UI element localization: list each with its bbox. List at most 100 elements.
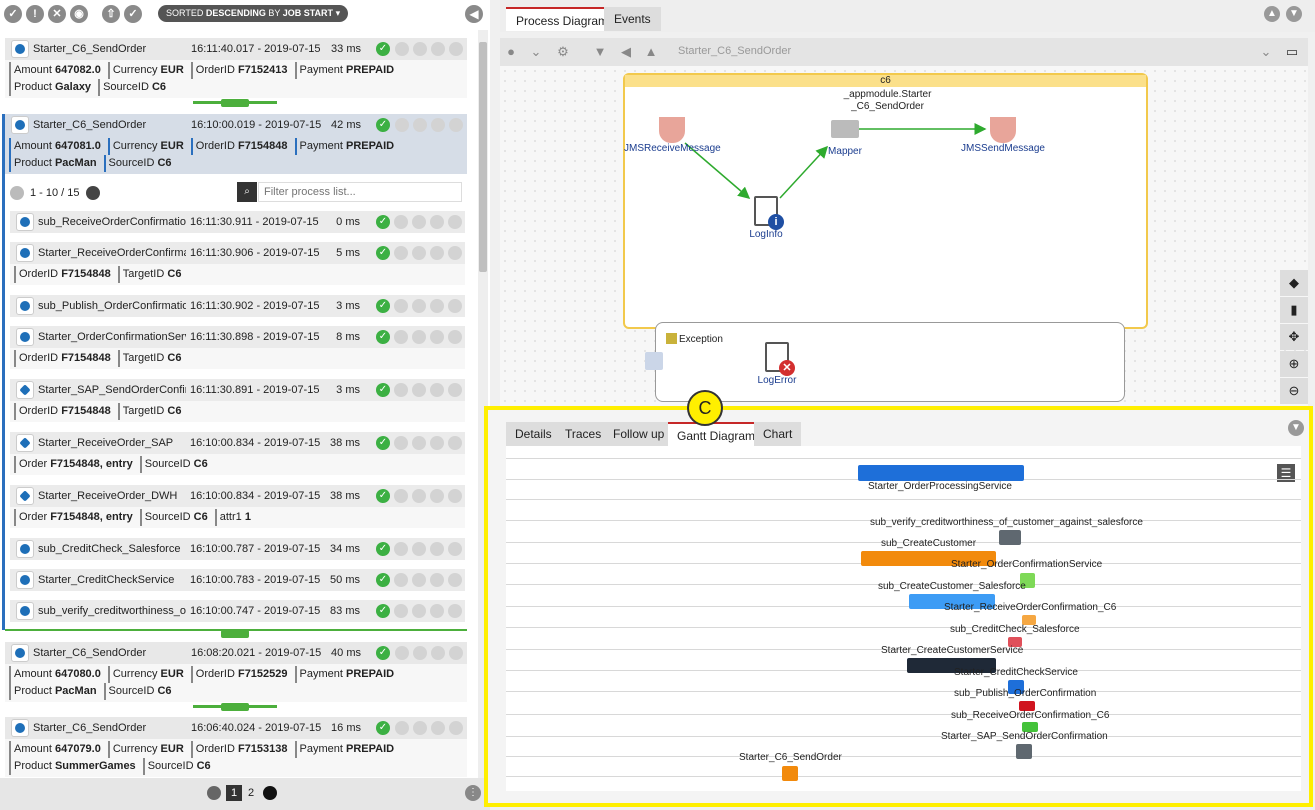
- process-row[interactable]: Starter_C6_SendOrder 16:11:40.017 - 2019-…: [5, 38, 467, 60]
- page-2[interactable]: 2: [243, 785, 259, 801]
- status-dot-icon[interactable]: [412, 436, 426, 450]
- status-dot-icon[interactable]: [448, 604, 462, 618]
- status-dot-icon[interactable]: [413, 721, 427, 735]
- process-card[interactable]: Starter_C6_SendOrder 16:06:40.024 - 2019-…: [5, 717, 467, 777]
- process-row[interactable]: sub_CreditCheck_Salesforce 16:10:00.787 -…: [10, 538, 465, 560]
- status-dot-icon[interactable]: [412, 299, 426, 313]
- warning-filter-icon[interactable]: !: [26, 5, 44, 23]
- chevron-down-icon[interactable]: ⌄: [1258, 44, 1274, 60]
- chevron-down-icon[interactable]: ⌄: [528, 44, 544, 60]
- prev-page-icon[interactable]: [10, 186, 24, 200]
- status-dot-icon[interactable]: [430, 573, 444, 587]
- node-mapper[interactable]: Mapper: [815, 120, 875, 157]
- status-dot-icon[interactable]: [430, 604, 444, 618]
- sub-process-card[interactable]: Starter_ReceiveOrderConfirmation_C6 16:11…: [10, 242, 465, 285]
- sub-process-card[interactable]: sub_Publish_OrderConfirmation 16:11:30.90…: [10, 295, 465, 317]
- scroll-down-icon[interactable]: ▼: [1286, 6, 1302, 22]
- status-dot-icon[interactable]: [395, 646, 409, 660]
- process-card[interactable]: Starter_C6_SendOrder 16:08:20.021 - 2019-…: [5, 642, 467, 702]
- status-dot-icon[interactable]: [430, 246, 444, 260]
- zoom-in-icon[interactable]: ⊕: [1280, 351, 1308, 377]
- node-jms-receive[interactable]: JMSReceiveMessage: [624, 117, 721, 154]
- status-dot-icon[interactable]: [448, 330, 462, 344]
- process-row[interactable]: Starter_ReceiveOrder_DWH 16:10:00.834 - 2…: [10, 485, 465, 507]
- scroll-up-icon[interactable]: ▲: [1264, 6, 1280, 22]
- process-row[interactable]: sub_verify_creditworthiness_of_customer_…: [10, 600, 465, 622]
- status-dot-icon[interactable]: [430, 542, 444, 556]
- search-icon[interactable]: ⌕: [237, 182, 257, 202]
- process-row[interactable]: sub_Publish_OrderConfirmation 16:11:30.90…: [10, 295, 465, 317]
- status-dot-icon[interactable]: [412, 604, 426, 618]
- status-dot-icon[interactable]: [430, 299, 444, 313]
- process-row[interactable]: Starter_SAP_SendOrderConfirmation 16:11:3…: [10, 379, 465, 401]
- stopped-filter-icon[interactable]: ◉: [70, 5, 88, 23]
- status-dot-icon[interactable]: [449, 118, 463, 132]
- status-dot-icon[interactable]: [448, 542, 462, 556]
- status-dot-icon[interactable]: [412, 542, 426, 556]
- status-dot-icon[interactable]: [448, 299, 462, 313]
- scrollbar-thumb[interactable]: [479, 42, 487, 272]
- status-dot-icon[interactable]: [412, 246, 426, 260]
- node-jms-send[interactable]: JMSSendMessage: [958, 117, 1048, 154]
- status-dot-icon[interactable]: [431, 646, 445, 660]
- tab-process-diagram[interactable]: Process Diagram: [506, 7, 619, 31]
- status-dot-icon[interactable]: [395, 721, 409, 735]
- status-dot-icon[interactable]: [394, 383, 408, 397]
- status-dot-icon[interactable]: [394, 330, 408, 344]
- sub-process-card[interactable]: Starter_ReceiveOrder_DWH 16:10:00.834 - 2…: [10, 485, 465, 528]
- status-dot-icon[interactable]: [394, 573, 408, 587]
- status-dot-icon[interactable]: [412, 383, 426, 397]
- status-dot-icon[interactable]: [412, 330, 426, 344]
- process-row[interactable]: Starter_C6_SendOrder 16:08:20.021 - 2019-…: [5, 642, 467, 664]
- zoom-out-icon[interactable]: ⊖: [1280, 378, 1308, 404]
- sort-dropdown[interactable]: SORTED DESCENDING BY JOB START ▾: [158, 5, 349, 22]
- triangle-left-icon[interactable]: ◀: [618, 44, 634, 60]
- location-icon[interactable]: ●: [503, 44, 519, 60]
- info-icon[interactable]: ⋮: [465, 785, 481, 801]
- process-row[interactable]: Starter_ReceiveOrder_SAP 16:10:00.834 - 2…: [10, 432, 465, 454]
- status-dot-icon[interactable]: [449, 646, 463, 660]
- collapse-left-icon[interactable]: ◀: [465, 5, 483, 23]
- status-dot-icon[interactable]: [430, 330, 444, 344]
- status-dot-icon[interactable]: [394, 489, 408, 503]
- node-log-info[interactable]: i LogInfo: [745, 196, 787, 240]
- exception-event-icon[interactable]: [645, 352, 663, 370]
- settings-icon[interactable]: ⚙: [555, 44, 571, 60]
- triangle-up-icon[interactable]: ▲: [643, 44, 659, 60]
- process-row[interactable]: sub_ReceiveOrderConfirmation_C6 16:11:30.…: [10, 211, 465, 233]
- window-icon[interactable]: ▭: [1284, 44, 1300, 60]
- triangle-down-icon[interactable]: ▼: [592, 44, 608, 60]
- sub-process-card[interactable]: sub_CreditCheck_Salesforce 16:10:00.787 -…: [10, 538, 465, 560]
- prev-page-icon[interactable]: [207, 786, 221, 800]
- status-dot-icon[interactable]: [448, 246, 462, 260]
- collapse-grip-button[interactable]: [221, 630, 249, 638]
- status-dot-icon[interactable]: [448, 436, 462, 450]
- expand-grip-button[interactable]: [221, 99, 249, 107]
- status-dot-icon[interactable]: [431, 42, 445, 56]
- status-dot-icon[interactable]: [449, 721, 463, 735]
- process-row[interactable]: Starter_C6_SendOrder 16:06:40.024 - 2019-…: [5, 717, 467, 739]
- status-dot-icon[interactable]: [413, 118, 427, 132]
- tag-icon[interactable]: ◆: [1280, 270, 1308, 296]
- status-dot-icon[interactable]: [430, 383, 444, 397]
- status-dot-icon[interactable]: [412, 573, 426, 587]
- status-dot-icon[interactable]: [448, 573, 462, 587]
- status-dot-icon[interactable]: [430, 489, 444, 503]
- status-dot-icon[interactable]: [394, 604, 408, 618]
- status-dot-icon[interactable]: [430, 215, 444, 229]
- process-card[interactable]: Starter_C6_SendOrder 16:11:40.017 - 2019-…: [5, 38, 467, 98]
- expand-grip-button[interactable]: [221, 703, 249, 711]
- sub-process-card[interactable]: Starter_OrderConfirmationService 16:11:30…: [10, 326, 465, 369]
- process-card[interactable]: Starter_C6_SendOrder 16:10:00.019 - 2019-…: [5, 114, 467, 174]
- fit-icon[interactable]: ✥: [1280, 324, 1308, 350]
- status-dot-icon[interactable]: [449, 42, 463, 56]
- sub-process-card[interactable]: Starter_SAP_SendOrderConfirmation 16:11:3…: [10, 379, 465, 422]
- error-filter-icon[interactable]: ✕: [48, 5, 66, 23]
- process-row[interactable]: Starter_CreditCheckService 16:10:00.783 -…: [10, 569, 465, 591]
- status-dot-icon[interactable]: [394, 436, 408, 450]
- status-dot-icon[interactable]: [395, 42, 409, 56]
- filter-input[interactable]: [258, 182, 462, 202]
- sub-process-card[interactable]: sub_verify_creditworthiness_of_customer_…: [10, 600, 465, 622]
- pin-icon[interactable]: ⇧: [102, 5, 120, 23]
- status-dot-icon[interactable]: [394, 215, 408, 229]
